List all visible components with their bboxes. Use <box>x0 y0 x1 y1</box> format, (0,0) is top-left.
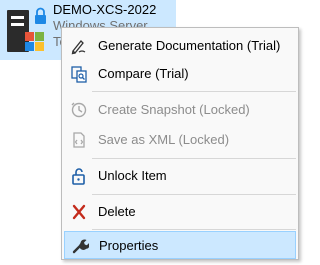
unlock-icon <box>70 167 88 185</box>
menu-separator <box>92 229 296 230</box>
wrench-icon <box>71 237 90 255</box>
menu-item-save-as-xml[interactable]: Save as XML (Locked) <box>64 126 296 154</box>
menu-item-label: Generate Documentation (Trial) <box>98 38 281 53</box>
menu-item-label: Delete <box>98 204 136 219</box>
menu-item-unlock[interactable]: Unlock Item <box>64 162 296 190</box>
desktop-canvas: DEMO-XCS-2022 Windows Server Te Generate… <box>0 0 302 265</box>
menu-item-create-snapshot[interactable]: Create Snapshot (Locked) <box>64 96 296 124</box>
server-icon <box>6 4 50 54</box>
xml-file-icon <box>70 131 88 149</box>
server-item-title: DEMO-XCS-2022 <box>53 2 157 17</box>
menu-separator <box>92 91 296 92</box>
delete-x-icon <box>70 203 88 221</box>
menu-item-label: Properties <box>99 238 159 253</box>
menu-item-label: Save as XML (Locked) <box>98 132 230 147</box>
pen-document-icon <box>70 37 88 55</box>
menu-item-delete[interactable]: Delete <box>64 198 296 226</box>
menu-item-label: Create Snapshot (Locked) <box>98 102 250 117</box>
menu-separator <box>92 194 296 195</box>
menu-item-label: Compare (Trial) <box>98 66 189 81</box>
snapshot-icon <box>70 101 88 119</box>
compare-icon <box>70 65 88 83</box>
menu-item-properties[interactable]: Properties <box>64 231 296 259</box>
menu-separator <box>92 158 296 159</box>
menu-item-generate-documentation[interactable]: Generate Documentation (Trial) <box>64 32 296 60</box>
menu-item-compare[interactable]: Compare (Trial) <box>64 60 296 88</box>
menu-item-label: Unlock Item <box>98 168 167 183</box>
context-menu: Generate Documentation (Trial) Compare (… <box>61 27 299 260</box>
